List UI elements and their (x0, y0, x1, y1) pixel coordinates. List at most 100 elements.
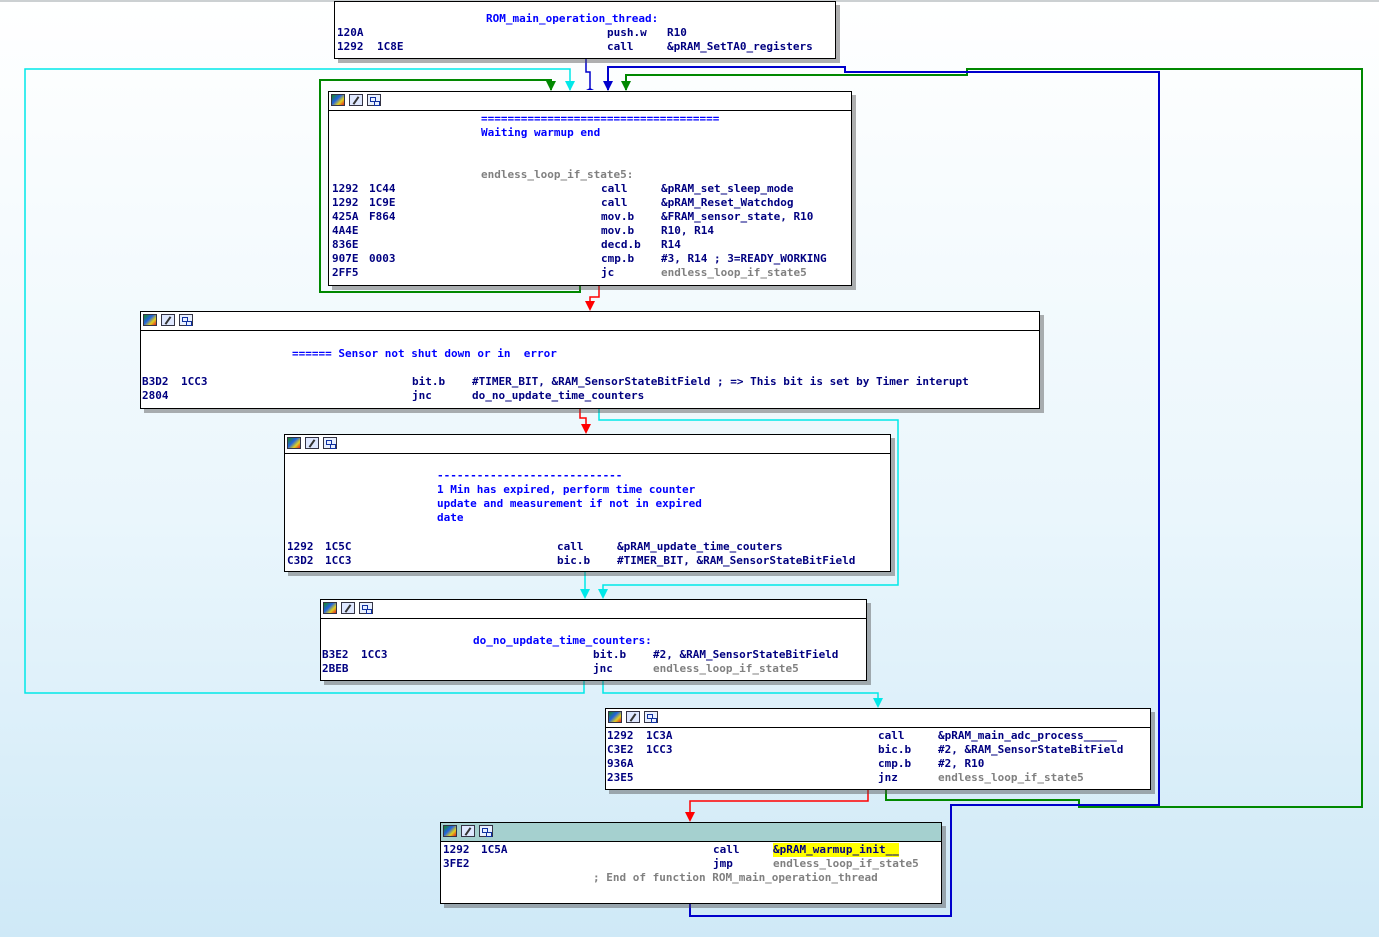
opcode-bytes: 1C5C (325, 540, 352, 553)
opcode-bytes: 1C44 (369, 182, 396, 195)
mnemonic: cmp.b (601, 252, 635, 265)
edge-node0-node1 (585, 57, 591, 90)
address: 120A (337, 26, 364, 39)
mnemonic: jnc (412, 389, 432, 402)
operand[interactable]: &pRAM_set_sleep_mode (661, 182, 793, 196)
opcode-bytes: 1CC3 (646, 743, 673, 756)
node-colors-icon[interactable] (143, 314, 157, 326)
operand[interactable]: &pRAM_main_adc_process_____ (938, 729, 1117, 743)
node-toolbar (141, 312, 1039, 331)
operand: #2, R10 (938, 757, 985, 770)
basic-block-update-counters[interactable]: ---------------------------- 1 Min has e… (284, 434, 891, 572)
arrow-head (685, 812, 695, 822)
arrow-head (586, 88, 594, 90)
end-function-comment: ; End of function ROM_main_operation_thr… (593, 871, 878, 884)
basic-block-endless-loop[interactable]: ==================================== Wai… (328, 91, 852, 286)
operand[interactable]: #2, &RAM_SensorStateBitField (653, 648, 838, 662)
basic-block-adc-process[interactable]: 1292 1C3A call &pRAM_main_adc_process___… (605, 708, 1151, 790)
rename-node-icon[interactable] (341, 602, 355, 614)
opcode-bytes: 0003 (369, 252, 396, 265)
node-toolbar (606, 709, 1150, 728)
rename-node-icon[interactable] (626, 711, 640, 723)
address: 2FF5 (332, 266, 359, 279)
rename-node-icon[interactable] (305, 437, 319, 449)
node-graph-icon[interactable] (644, 711, 658, 723)
operand[interactable]: #2, &RAM_SensorStateBitField (938, 743, 1123, 757)
operand[interactable]: &pRAM_SetTA0_registers (667, 40, 813, 54)
arrow-head (598, 589, 608, 599)
node-graph-icon[interactable] (479, 825, 493, 837)
operand[interactable]: #TIMER_BIT, &RAM_SensorStateBitField ; =… (472, 375, 969, 389)
node-colors-icon[interactable] (331, 94, 345, 106)
basic-block-warmup-init[interactable]: 1292 1C5A call &pRAM_warmup_init__ 3FE2 … (440, 822, 942, 904)
opcode-bytes: 1CC3 (181, 375, 208, 388)
operand: R14 (661, 238, 681, 251)
function-label[interactable]: ROM_main_operation_thread: (486, 12, 658, 26)
basic-block-entry[interactable]: ROM_main_operation_thread: 120A push.w R… (334, 1, 836, 59)
jump-target[interactable]: endless_loop_if_state5 (773, 857, 919, 871)
address: 2804 (142, 389, 169, 402)
mnemonic: push.w (607, 26, 647, 39)
operand: #3, R14 ; 3=READY_WORKING (661, 252, 827, 265)
node-graph-icon[interactable] (179, 314, 193, 326)
arrow-head (581, 424, 591, 434)
arrow-head (546, 81, 556, 91)
operand[interactable]: &pRAM_update_time_couters (617, 540, 783, 554)
address: 425A (332, 210, 359, 223)
jump-target[interactable]: endless_loop_if_state5 (938, 771, 1084, 785)
node-toolbar-selected (441, 823, 941, 842)
address: 907E (332, 252, 359, 265)
node-graph-icon[interactable] (367, 94, 381, 106)
mnemonic: jnz (878, 771, 898, 784)
node-toolbar (329, 92, 851, 111)
node-colors-icon[interactable] (323, 602, 337, 614)
mnemonic: bit.b (593, 648, 627, 661)
mnemonic: call (601, 182, 628, 195)
mnemonic: call (607, 40, 634, 53)
basic-block-no-update[interactable]: do_no_update_time_counters: B3E2 1CC3 bi… (320, 599, 867, 681)
block-comment: ====== Sensor not shut down or in error (292, 347, 557, 360)
basic-block-timer-check[interactable]: ====== Sensor not shut down or in error … (140, 311, 1040, 409)
opcode-bytes: 1C8E (377, 40, 404, 53)
arrow-head (580, 589, 590, 599)
opcode-bytes: 1CC3 (361, 648, 388, 661)
node-colors-icon[interactable] (608, 711, 622, 723)
mnemonic: jmp (713, 857, 733, 870)
rename-node-icon[interactable] (349, 94, 363, 106)
block-comment: date (437, 511, 464, 524)
opcode-bytes: 1C5A (481, 843, 508, 856)
jump-target[interactable]: endless_loop_if_state5 (653, 662, 799, 676)
arrow-head (873, 698, 883, 708)
block-comment: update and measurement if not in expired (437, 497, 702, 510)
opcode-bytes: F864 (369, 210, 396, 223)
mnemonic: bit.b (412, 375, 446, 388)
operand[interactable]: &pRAM_Reset_Watchdog (661, 196, 793, 210)
address: C3D2 (287, 554, 314, 567)
operand[interactable]: #TIMER_BIT, &RAM_SensorStateBitField (617, 554, 855, 568)
rename-node-icon[interactable] (161, 314, 175, 326)
mnemonic: mov.b (601, 210, 635, 223)
mnemonic: jnc (593, 662, 613, 675)
address: 1292 (607, 729, 634, 742)
node-graph-icon[interactable] (359, 602, 373, 614)
address: B3D2 (142, 375, 169, 388)
address: 1292 (443, 843, 470, 856)
operand[interactable]: &FRAM_sensor_state, R10 (661, 210, 813, 224)
loc-label[interactable]: do_no_update_time_counters: (473, 634, 652, 648)
node-graph-icon[interactable] (323, 437, 337, 449)
rename-node-icon[interactable] (461, 825, 475, 837)
node-colors-icon[interactable] (287, 437, 301, 449)
highlighted-operand[interactable]: &pRAM_warmup_init__ (773, 843, 899, 857)
mnemonic: decd.b (601, 238, 641, 251)
loc-label[interactable]: endless_loop_if_state5: (481, 168, 633, 182)
jump-target[interactable]: do_no_update_time_counters (472, 389, 644, 403)
block-comment: Waiting warmup end (481, 126, 601, 139)
mnemonic: bic.b (878, 743, 912, 756)
mnemonic: jc (601, 266, 615, 279)
node-colors-icon[interactable] (443, 825, 457, 837)
address: 1292 (332, 182, 359, 195)
jump-target[interactable]: endless_loop_if_state5 (661, 266, 807, 280)
address: 836E (332, 238, 359, 251)
mnemonic: cmp.b (878, 757, 912, 770)
address: 936A (607, 757, 634, 770)
